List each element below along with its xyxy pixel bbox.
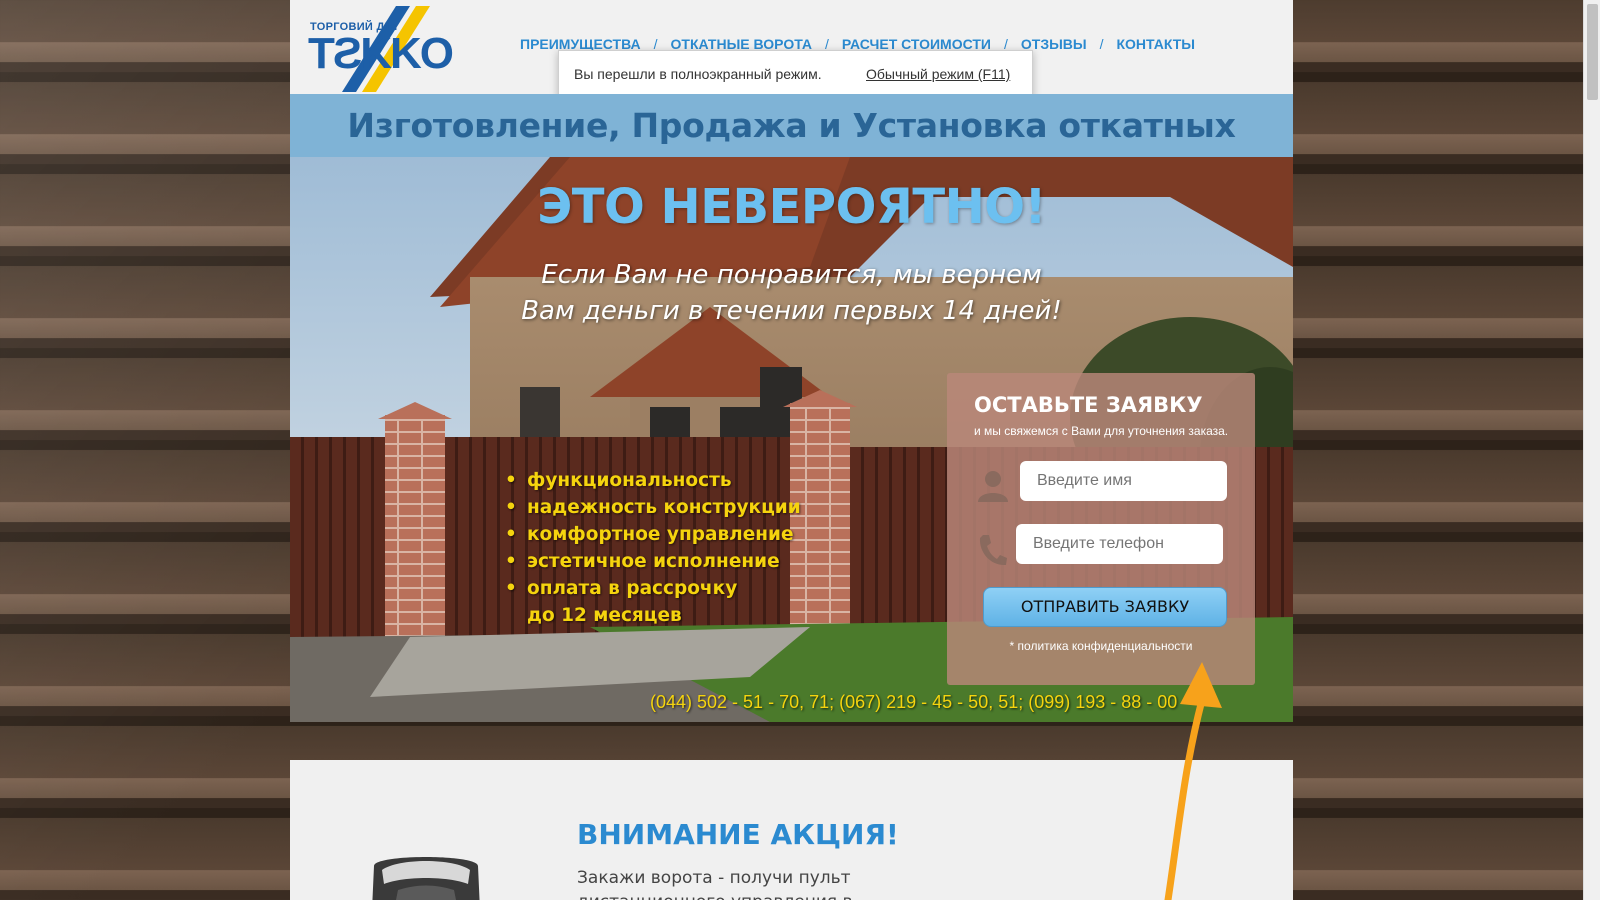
privacy-policy-link[interactable]: * политика конфиденциальности — [947, 639, 1255, 653]
feature-item: до 12 месяцев — [527, 605, 682, 626]
feature-item: комфортное управление — [505, 521, 801, 548]
feature-item: эстетичное исполнение — [505, 548, 801, 575]
request-form: ОСТАВЬТЕ ЗАЯВКУ и мы свяжемся с Вами для… — [947, 373, 1255, 685]
person-avatar-image — [372, 857, 480, 900]
feature-item: надежность конструкции — [505, 494, 801, 521]
contact-phones: (044) 502 - 51 - 70, 71; (067) 219 - 45 … — [650, 692, 1178, 712]
form-subtitle: и мы свяжемся с Вами для уточнения заказ… — [974, 424, 1229, 438]
name-input[interactable] — [1020, 461, 1227, 501]
feature-item: оплата в рассрочку — [505, 575, 801, 602]
hero-section: ЭТО НЕВЕРОЯТНО! Если Вам не понравится, … — [290, 157, 1293, 722]
hero-subtitle-line2: Вам деньги в течении первых 14 дней! — [521, 296, 1062, 326]
fullscreen-notification: Вы перешли в полноэкранный режим. Обычны… — [558, 50, 1033, 99]
hero-subtitle-line1: Если Вам не понравится, мы вернем — [541, 260, 1042, 290]
logo-mark: TƧKKO — [308, 6, 455, 92]
promo-section: ВНИМАНИЕ АКЦИЯ! Закажи ворота - получи п… — [290, 760, 1293, 900]
feature-item: функциональность — [505, 467, 801, 494]
nav-item-contacts[interactable]: КОНТАКТЫ — [1117, 36, 1195, 52]
hero-subtitle: Если Вам не понравится, мы вернем Вам де… — [290, 257, 1293, 329]
promo-text-line1: Закажи ворота - получи пульт — [577, 868, 851, 888]
fullscreen-message: Вы перешли в полноэкранный режим. — [574, 66, 822, 82]
nav-separator: / — [1099, 36, 1104, 52]
phone-icon — [979, 535, 1007, 566]
svg-text:TƧKKO: TƧKKO — [308, 29, 453, 78]
logo[interactable]: TƧKKO ТОРГОВИЙ ДІМ — [308, 6, 458, 92]
exit-fullscreen-link[interactable]: Обычный режим (F11) — [866, 66, 1010, 82]
site-header: TƧKKO ТОРГОВИЙ ДІМ ПРЕИМУЩЕСТВА / ОТКАТН… — [290, 0, 1293, 99]
form-title: ОСТАВЬТЕ ЗАЯВКУ — [974, 393, 1203, 417]
submit-request-button[interactable]: ОТПРАВИТЬ ЗАЯВКУ — [983, 587, 1227, 627]
promo-title: ВНИМАНИЕ АКЦИЯ! — [577, 818, 899, 851]
logo-small-text: ТОРГОВИЙ ДІМ — [310, 21, 398, 33]
promo-text: Закажи ворота - получи пульт дистанционн… — [577, 866, 917, 900]
user-icon — [978, 471, 1008, 502]
page-column: TƧKKO ТОРГОВИЙ ДІМ ПРЕИМУЩЕСТВА / ОТКАТН… — [290, 0, 1293, 900]
scrollbar-thumb[interactable] — [1587, 4, 1598, 100]
title-banner: Изготовление, Продажа и Установка откатн… — [290, 94, 1293, 208]
features-list: функциональность надежность конструкции … — [505, 467, 801, 629]
phone-input[interactable] — [1016, 524, 1223, 564]
hero-title: ЭТО НЕВЕРОЯТНО! — [537, 179, 1046, 235]
promo-text-line2: дистанционного управления в подарок — [577, 892, 853, 900]
page-scrollbar[interactable] — [1583, 0, 1600, 900]
